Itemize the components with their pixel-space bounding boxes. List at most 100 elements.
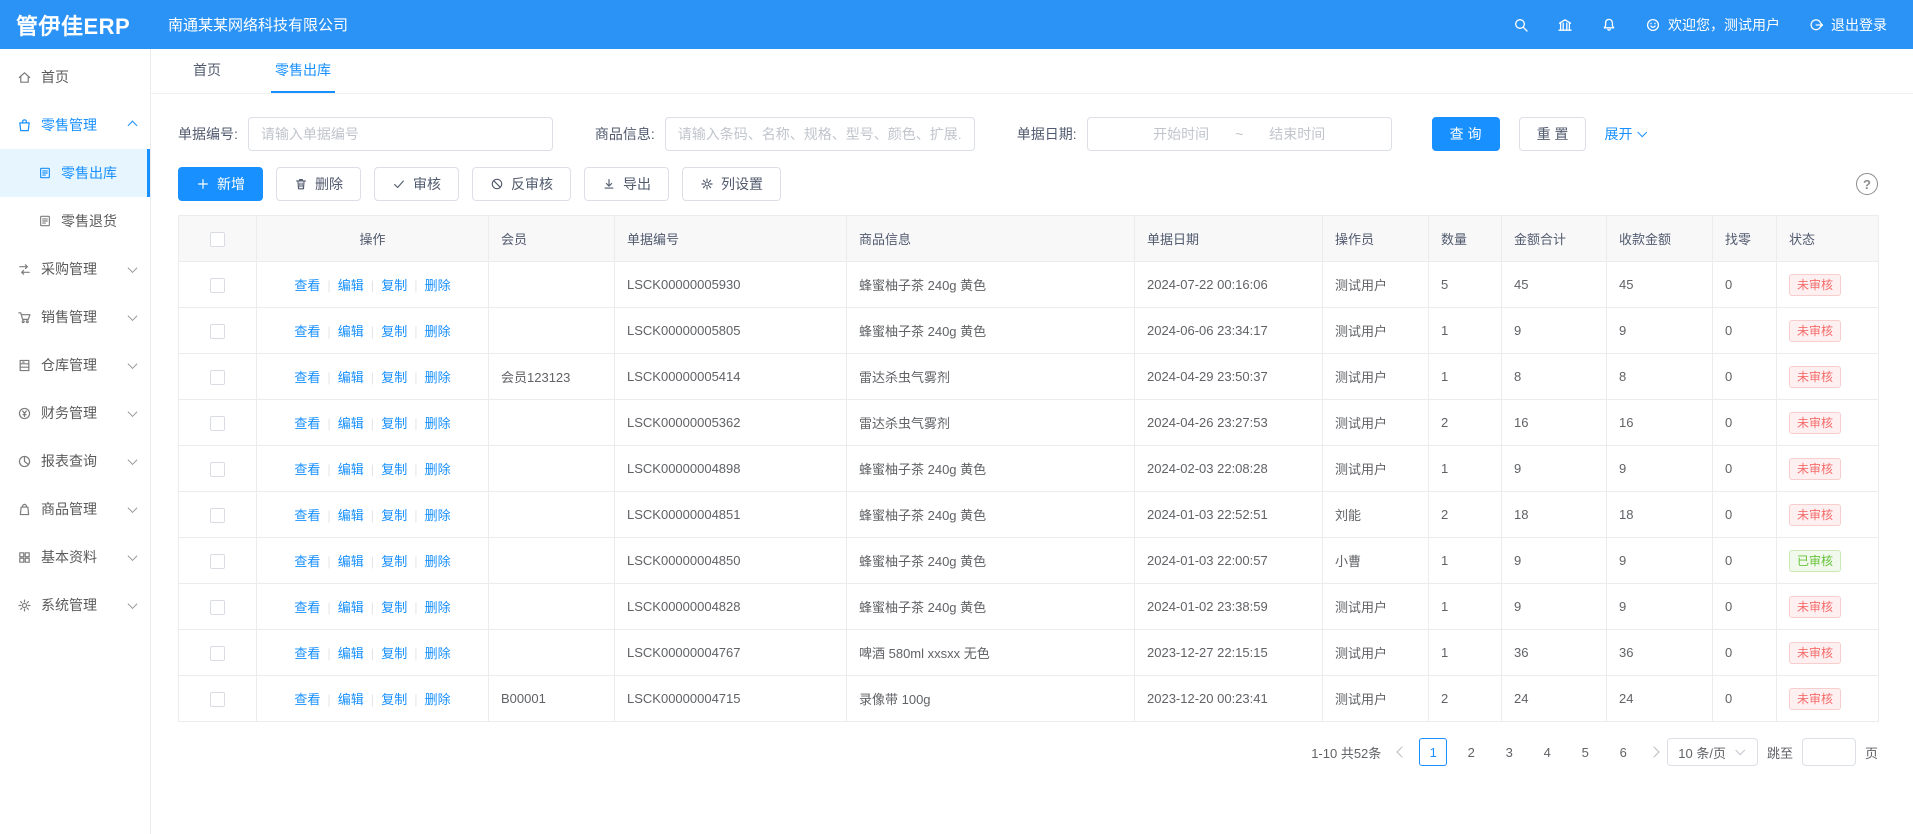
bill-no-input[interactable] — [248, 117, 553, 151]
page-button-1[interactable]: 1 — [1419, 738, 1447, 766]
sidebar-item-sales[interactable]: 销售管理 — [0, 293, 150, 341]
row-action-copy[interactable]: 复制 — [381, 324, 407, 339]
search-button[interactable]: 查 询 — [1432, 117, 1500, 151]
column-settings-button[interactable]: 列设置 — [682, 167, 781, 201]
row-checkbox[interactable] — [210, 600, 225, 615]
unaudit-button[interactable]: 反审核 — [472, 167, 571, 201]
expand-toggle[interactable]: 展开 — [1604, 124, 1649, 144]
row-action-edit[interactable]: 编辑 — [338, 370, 364, 385]
row-action-view[interactable]: 查看 — [294, 600, 320, 615]
action-separator: | — [327, 692, 330, 707]
sidebar-item-reports[interactable]: 报表查询 — [0, 437, 150, 485]
row-action-copy[interactable]: 复制 — [381, 692, 407, 707]
page-size-select[interactable]: 10 条/页 — [1667, 738, 1758, 766]
row-checkbox[interactable] — [210, 324, 225, 339]
row-action-edit[interactable]: 编辑 — [338, 692, 364, 707]
product-info-input[interactable] — [665, 117, 975, 151]
logout-button[interactable]: 退出登录 — [1808, 15, 1887, 35]
row-action-edit[interactable]: 编辑 — [338, 646, 364, 661]
row-action-edit[interactable]: 编辑 — [338, 554, 364, 569]
cell-operator: 测试用户 — [1323, 446, 1429, 492]
row-action-copy[interactable]: 复制 — [381, 554, 407, 569]
row-action-delete[interactable]: 删除 — [425, 278, 451, 293]
row-action-copy[interactable]: 复制 — [381, 462, 407, 477]
tab-home[interactable]: 首页 — [189, 49, 225, 93]
row-action-edit[interactable]: 编辑 — [338, 278, 364, 293]
action-separator: | — [414, 600, 417, 615]
row-action-delete[interactable]: 删除 — [425, 416, 451, 431]
row-actions-cell: 查看|编辑|复制|删除 — [257, 400, 489, 446]
sidebar-item-retail-outbound[interactable]: 零售出库 — [0, 149, 150, 197]
sidebar-item-finance[interactable]: 财务管理 — [0, 389, 150, 437]
sidebar-item-home[interactable]: 首页 — [0, 53, 150, 101]
row-action-copy[interactable]: 复制 — [381, 508, 407, 523]
row-action-edit[interactable]: 编辑 — [338, 324, 364, 339]
row-checkbox[interactable] — [210, 370, 225, 385]
welcome-text: 欢迎您，测试用户 — [1668, 15, 1780, 35]
jump-page-input[interactable] — [1802, 738, 1856, 766]
help-icon[interactable]: ? — [1856, 173, 1878, 195]
next-page-icon[interactable] — [1649, 746, 1660, 757]
row-action-edit[interactable]: 编辑 — [338, 416, 364, 431]
cell-status: 未审核 — [1777, 308, 1879, 354]
delete-button[interactable]: 删除 — [276, 167, 361, 201]
page-button-6[interactable]: 6 — [1609, 738, 1637, 766]
row-checkbox[interactable] — [210, 278, 225, 293]
row-action-copy[interactable]: 复制 — [381, 416, 407, 431]
page-button-5[interactable]: 5 — [1571, 738, 1599, 766]
user-welcome[interactable]: 欢迎您，测试用户 — [1645, 15, 1780, 35]
row-action-delete[interactable]: 删除 — [425, 646, 451, 661]
audit-button[interactable]: 审核 — [374, 167, 459, 201]
row-action-delete[interactable]: 删除 — [425, 600, 451, 615]
row-checkbox[interactable] — [210, 646, 225, 661]
sidebar-item-basic-data[interactable]: 基本资料 — [0, 533, 150, 581]
select-all-checkbox[interactable] — [210, 232, 225, 247]
row-action-delete[interactable]: 删除 — [425, 324, 451, 339]
row-action-copy[interactable]: 复制 — [381, 646, 407, 661]
bank-icon[interactable] — [1557, 17, 1573, 33]
page-button-3[interactable]: 3 — [1495, 738, 1523, 766]
row-action-copy[interactable]: 复制 — [381, 600, 407, 615]
row-checkbox[interactable] — [210, 692, 225, 707]
add-button[interactable]: 新增 — [178, 167, 263, 201]
sidebar-item-retail-return[interactable]: 零售退货 — [0, 197, 150, 245]
page-button-2[interactable]: 2 — [1457, 738, 1485, 766]
row-checkbox[interactable] — [210, 462, 225, 477]
row-action-copy[interactable]: 复制 — [381, 370, 407, 385]
row-action-edit[interactable]: 编辑 — [338, 462, 364, 477]
date-range-input[interactable]: 开始时间 ~ 结束时间 — [1087, 117, 1392, 151]
sidebar-item-label: 仓库管理 — [41, 355, 120, 375]
row-action-delete[interactable]: 删除 — [425, 462, 451, 477]
export-button[interactable]: 导出 — [584, 167, 669, 201]
row-action-edit[interactable]: 编辑 — [338, 508, 364, 523]
row-action-delete[interactable]: 删除 — [425, 554, 451, 569]
row-action-view[interactable]: 查看 — [294, 646, 320, 661]
row-checkbox[interactable] — [210, 416, 225, 431]
row-action-view[interactable]: 查看 — [294, 508, 320, 523]
row-action-view[interactable]: 查看 — [294, 324, 320, 339]
page-button-4[interactable]: 4 — [1533, 738, 1561, 766]
row-action-view[interactable]: 查看 — [294, 370, 320, 385]
row-checkbox[interactable] — [210, 508, 225, 523]
row-action-view[interactable]: 查看 — [294, 692, 320, 707]
sidebar-item-retail[interactable]: 零售管理 — [0, 101, 150, 149]
row-action-copy[interactable]: 复制 — [381, 278, 407, 293]
sidebar-item-purchase[interactable]: 采购管理 — [0, 245, 150, 293]
row-action-edit[interactable]: 编辑 — [338, 600, 364, 615]
row-action-delete[interactable]: 删除 — [425, 508, 451, 523]
sidebar-item-warehouse[interactable]: 仓库管理 — [0, 341, 150, 389]
row-action-delete[interactable]: 删除 — [425, 370, 451, 385]
row-action-delete[interactable]: 删除 — [425, 692, 451, 707]
row-action-view[interactable]: 查看 — [294, 416, 320, 431]
row-action-view[interactable]: 查看 — [294, 554, 320, 569]
sidebar-item-system[interactable]: 系统管理 — [0, 581, 150, 629]
sidebar-item-goods[interactable]: 商品管理 — [0, 485, 150, 533]
reset-button[interactable]: 重 置 — [1519, 117, 1587, 151]
tab-retail-outbound[interactable]: 零售出库 — [271, 49, 335, 93]
row-action-view[interactable]: 查看 — [294, 278, 320, 293]
row-checkbox[interactable] — [210, 554, 225, 569]
bell-icon[interactable] — [1601, 17, 1617, 33]
search-icon[interactable] — [1513, 17, 1529, 33]
row-action-view[interactable]: 查看 — [294, 462, 320, 477]
prev-page-icon[interactable] — [1397, 746, 1408, 757]
